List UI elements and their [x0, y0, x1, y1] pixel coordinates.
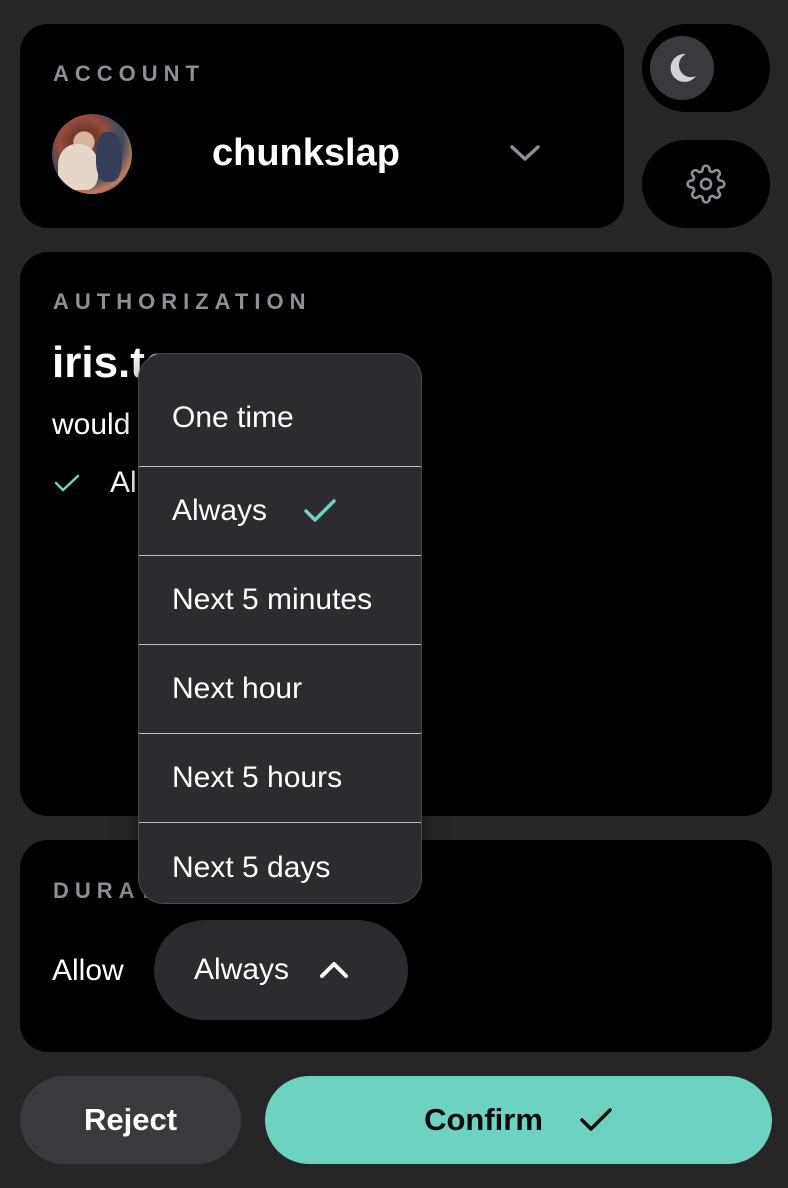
duration-option-next-5-minutes[interactable]: Next 5 minutes	[139, 556, 421, 645]
option-label: Next 5 days	[172, 850, 331, 884]
duration-option-next-hour[interactable]: Next hour	[139, 645, 421, 734]
check-icon	[304, 499, 336, 522]
option-label: Next 5 minutes	[172, 583, 373, 616]
duration-selected-value: Always	[194, 953, 290, 986]
reject-label: Reject	[83, 1102, 178, 1137]
account-section-label: ACCOUNT	[53, 61, 205, 86]
chevron-up-icon	[320, 962, 349, 978]
permission-item: Al	[54, 466, 137, 500]
chevron-down-icon[interactable]	[508, 142, 542, 164]
option-label: One time	[172, 401, 294, 434]
option-label: Always	[172, 494, 268, 527]
authorization-section-label: AUTHORIZATION	[53, 289, 312, 314]
reject-button[interactable]: Reject	[20, 1076, 241, 1164]
allow-label: Allow	[52, 954, 124, 987]
duration-option-next-5-hours[interactable]: Next 5 hours	[139, 734, 421, 823]
option-label: Next hour	[172, 672, 303, 705]
check-icon	[580, 1108, 612, 1131]
gear-icon	[686, 164, 726, 204]
duration-select[interactable]: Always	[154, 920, 408, 1020]
account-avatar	[52, 114, 132, 194]
duration-option-always[interactable]: Always	[139, 467, 421, 556]
confirm-label: Confirm	[424, 1102, 543, 1137]
duration-dropdown-menu: One time Always Next 5 minutes Next hour…	[138, 353, 422, 904]
theme-toggle[interactable]	[642, 24, 770, 112]
duration-option-next-5-days[interactable]: Next 5 days	[139, 823, 421, 903]
moon-icon	[670, 53, 696, 82]
check-icon	[54, 474, 80, 492]
confirm-button[interactable]: Confirm	[265, 1076, 772, 1164]
settings-button[interactable]	[642, 140, 770, 228]
permission-label: Al	[110, 466, 137, 499]
account-username[interactable]: chunkslap	[212, 132, 400, 175]
account-card: ACCOUNT chunkslap	[20, 24, 624, 228]
theme-toggle-knob	[650, 36, 714, 100]
duration-option-one-time[interactable]: One time	[139, 354, 421, 467]
option-label: Next 5 hours	[172, 761, 343, 794]
